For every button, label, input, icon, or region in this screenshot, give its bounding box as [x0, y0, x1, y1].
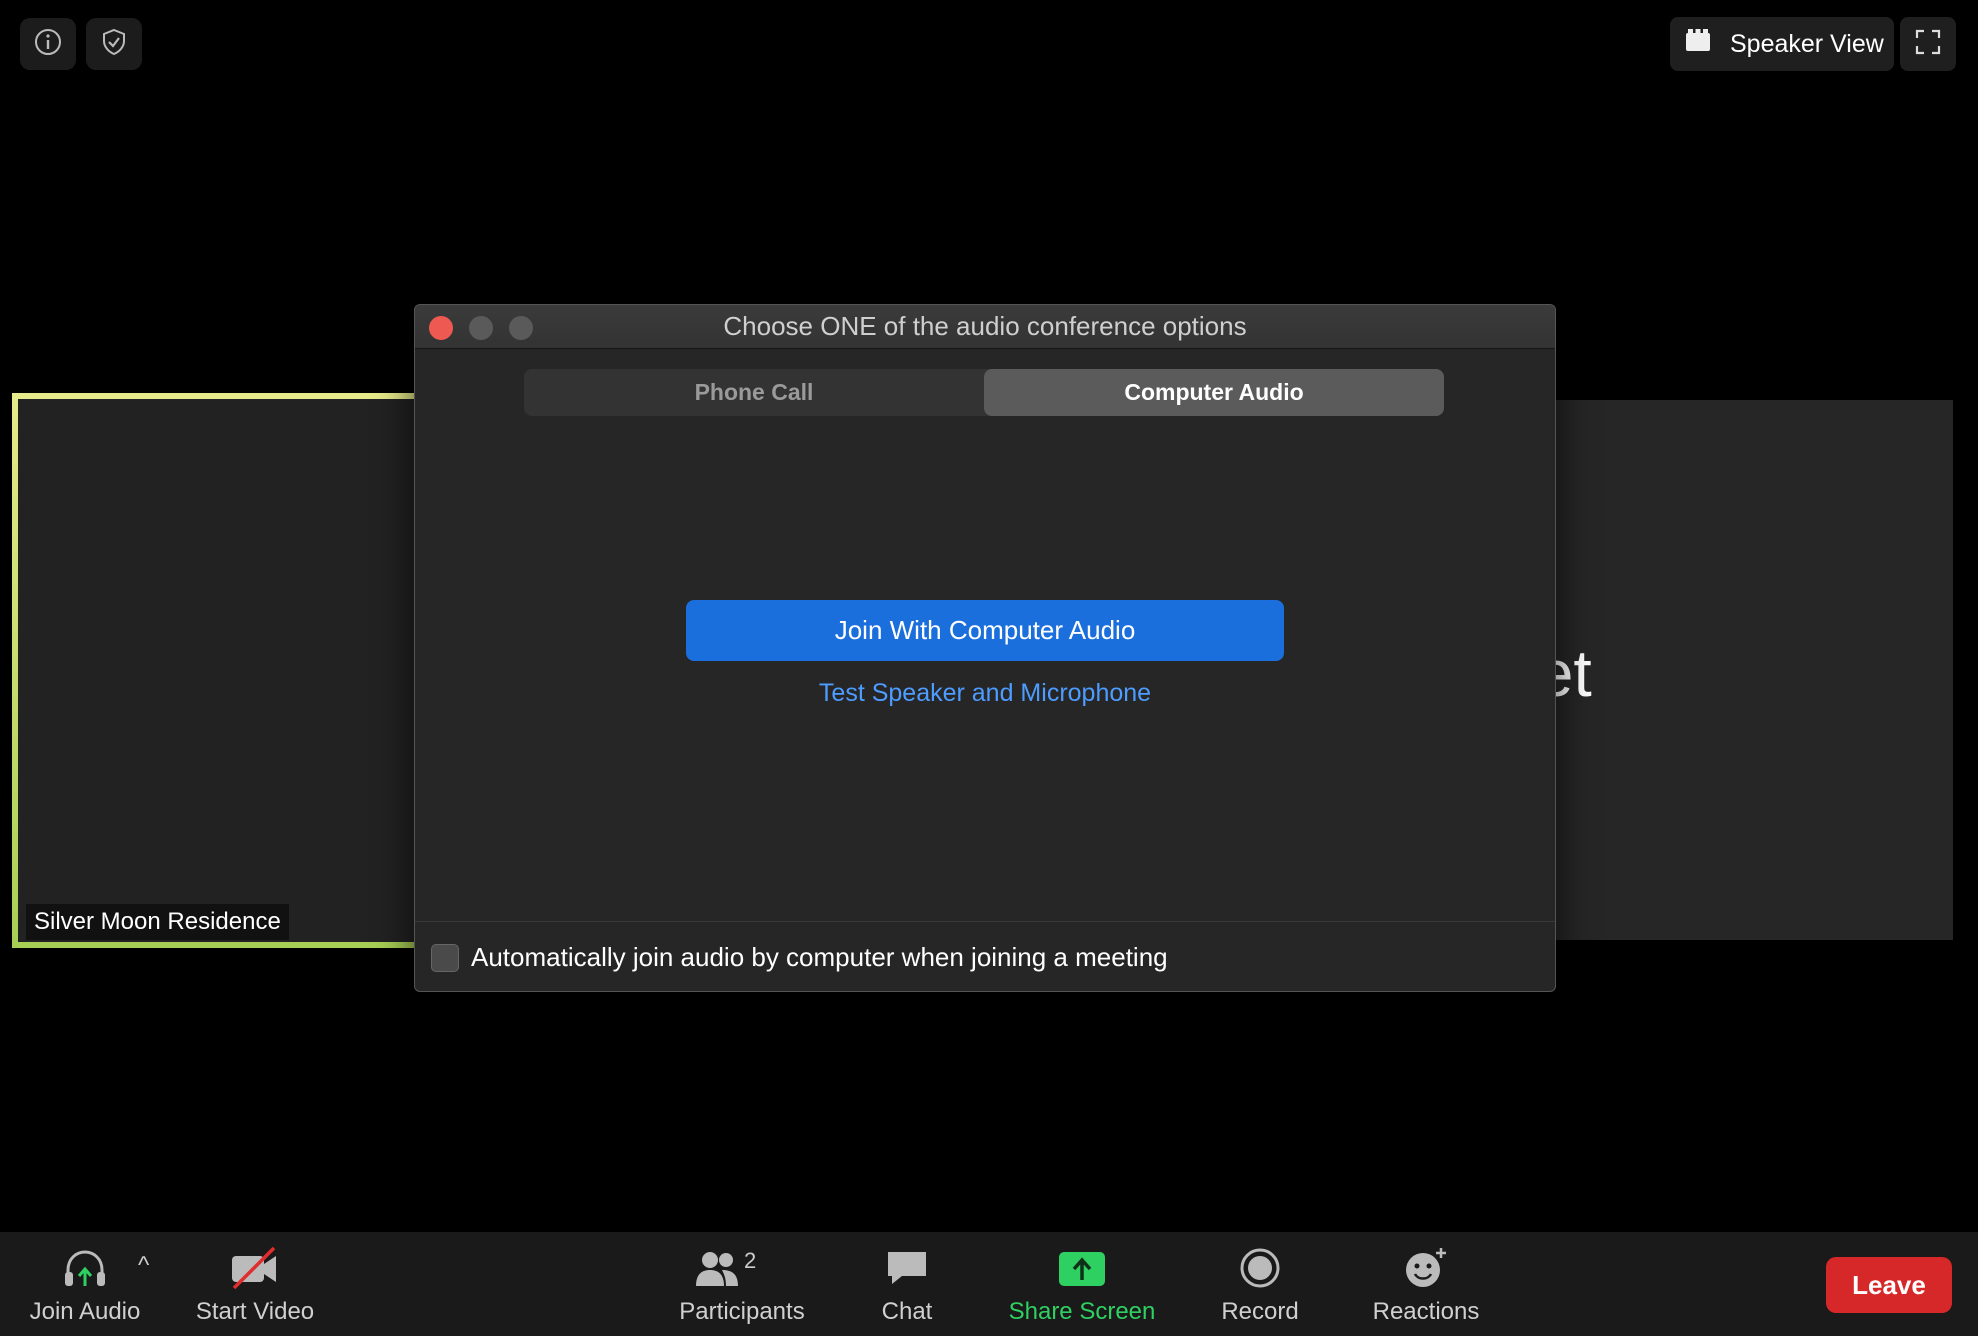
- speaker-view-button[interactable]: Speaker View: [1670, 17, 1894, 71]
- audio-options-caret[interactable]: ^: [138, 1252, 149, 1280]
- test-speaker-microphone-link[interactable]: Test Speaker and Microphone: [415, 679, 1555, 708]
- participant-count: 2: [744, 1248, 757, 1273]
- shield-check-icon: [99, 27, 129, 62]
- fullscreen-icon: [1915, 29, 1941, 60]
- maximize-window-button[interactable]: [509, 316, 533, 340]
- join-audio-label: Join Audio: [29, 1298, 141, 1325]
- info-icon: [33, 27, 63, 62]
- dialog-footer: Automatically join audio by computer whe…: [415, 921, 1555, 991]
- share-screen-button[interactable]: Share Screen: [1000, 1244, 1164, 1326]
- auto-join-label[interactable]: Automatically join audio by computer whe…: [471, 942, 1168, 973]
- leave-button[interactable]: Leave: [1826, 1257, 1952, 1313]
- headphones-icon: [62, 1244, 108, 1292]
- auto-join-checkbox[interactable]: [431, 943, 459, 972]
- dialog-titlebar: Choose ONE of the audio conference optio…: [415, 305, 1555, 349]
- record-icon: [1238, 1244, 1282, 1292]
- grid-icon: [1684, 28, 1712, 60]
- start-video-button[interactable]: Start Video: [188, 1244, 322, 1326]
- join-computer-audio-button[interactable]: Join With Computer Audio: [686, 600, 1284, 661]
- reactions-icon: [1401, 1244, 1451, 1292]
- audio-tabs: Phone Call Computer Audio: [524, 369, 1444, 416]
- tab-phone-call[interactable]: Phone Call: [524, 369, 984, 416]
- chat-label: Chat: [881, 1298, 933, 1325]
- dialog-title: Choose ONE of the audio conference optio…: [723, 311, 1247, 341]
- info-button[interactable]: [20, 18, 76, 70]
- participant-name-label: Silver Moon Residence: [26, 904, 289, 940]
- record-button[interactable]: Record: [1210, 1244, 1310, 1326]
- tab-computer-audio[interactable]: Computer Audio: [984, 369, 1444, 416]
- speaker-view-label: Speaker View: [1730, 29, 1884, 58]
- join-audio-button[interactable]: Join Audio: [22, 1244, 148, 1326]
- participants-icon: 2: [692, 1244, 792, 1292]
- security-button[interactable]: [86, 18, 142, 70]
- meeting-toolbar: Join Audio ^ Start Video 2 Participants …: [0, 1232, 1978, 1336]
- participants-button[interactable]: 2 Participants: [670, 1244, 814, 1326]
- self-video-tile[interactable]: Silver Moon Residence: [12, 393, 422, 948]
- minimize-window-button[interactable]: [469, 316, 493, 340]
- chat-icon: [884, 1244, 930, 1292]
- reactions-button[interactable]: Reactions: [1364, 1244, 1488, 1326]
- fullscreen-button[interactable]: [1900, 17, 1956, 71]
- share-screen-label: Share Screen: [1008, 1298, 1156, 1325]
- participant-video-tile[interactable]: aet: [1500, 400, 1953, 940]
- record-label: Record: [1221, 1298, 1299, 1325]
- share-screen-icon: [1057, 1244, 1107, 1292]
- video-off-icon: [228, 1244, 282, 1292]
- audio-options-dialog: Choose ONE of the audio conference optio…: [414, 304, 1556, 992]
- participants-label: Participants: [679, 1298, 805, 1325]
- start-video-label: Start Video: [195, 1298, 315, 1325]
- chat-button[interactable]: Chat: [864, 1244, 950, 1326]
- reactions-label: Reactions: [1372, 1298, 1480, 1325]
- close-window-button[interactable]: [429, 316, 453, 340]
